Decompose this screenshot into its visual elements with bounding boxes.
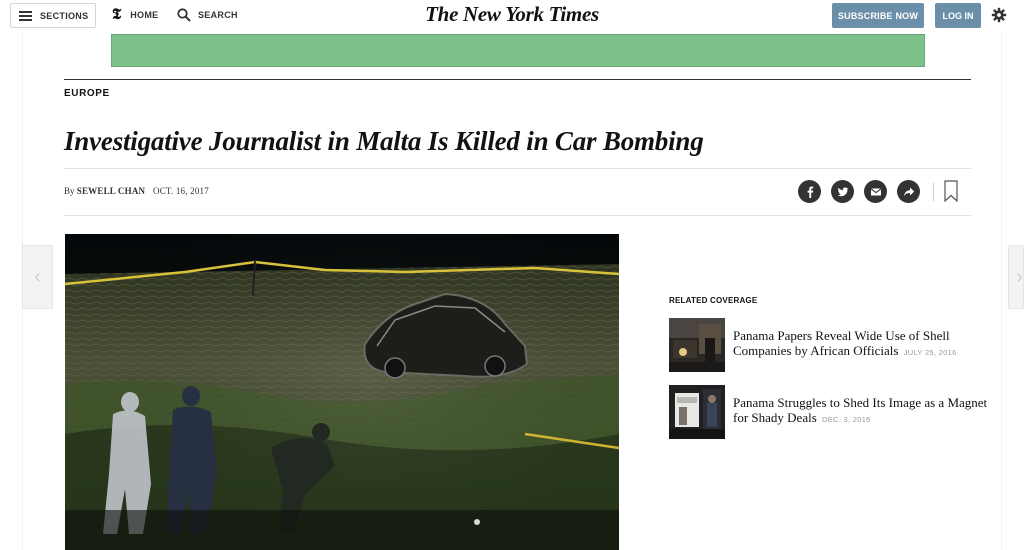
gear-icon[interactable] (991, 7, 1007, 23)
previous-article-arrow[interactable]: ‹ (22, 245, 53, 309)
author-link[interactable]: SEWELL CHAN (77, 186, 145, 196)
byline-top-divider (64, 168, 971, 169)
share-divider (933, 183, 934, 201)
related-coverage-title: RELATED COVERAGE (669, 296, 758, 305)
related-item[interactable]: Panama Papers Reveal Wide Use of Shell C… (669, 318, 989, 374)
chevron-right-icon: › (1016, 265, 1023, 288)
related-thumbnail (669, 385, 725, 439)
search-label: SEARCH (198, 10, 238, 20)
sections-label: SECTIONS (40, 10, 89, 21)
lead-photo[interactable] (65, 234, 619, 550)
section-label[interactable]: EUROPE (64, 88, 110, 99)
bookmark-icon[interactable] (944, 180, 958, 202)
ad-banner[interactable] (111, 34, 925, 67)
related-thumbnail (669, 318, 725, 372)
nyt-t-logo-icon: 𝕿 (112, 7, 122, 23)
facebook-icon (807, 186, 813, 198)
top-navigation-bar: SECTIONS 𝕿 HOME SEARCH The New York Time… (0, 0, 1024, 32)
email-icon (870, 187, 881, 195)
search-link[interactable]: SEARCH (177, 8, 238, 22)
sections-button[interactable]: SECTIONS (10, 3, 96, 28)
next-article-arrow[interactable]: › (1008, 245, 1024, 309)
byline-prefix: By (64, 186, 77, 196)
hamburger-menu-icon (19, 10, 32, 21)
publish-date: OCT. 16, 2017 (153, 186, 209, 196)
related-date: DEC. 3, 2016 (822, 415, 871, 424)
share-arrow-icon (903, 187, 914, 196)
related-item-text: Panama Papers Reveal Wide Use of Shell C… (733, 328, 993, 360)
subscribe-button[interactable]: SUBSCRIBE NOW (832, 3, 924, 28)
home-label: HOME (130, 10, 159, 20)
login-button[interactable]: LOG IN (935, 3, 981, 28)
article-headline: Investigative Journalist in Malta Is Kil… (64, 126, 704, 156)
facebook-share-button[interactable] (798, 180, 821, 203)
chevron-left-icon: ‹ (34, 265, 41, 288)
twitter-share-button[interactable] (831, 180, 854, 203)
related-item[interactable]: Panama Struggles to Shed Its Image as a … (669, 385, 989, 441)
page-edge-right (1001, 32, 1002, 550)
byline: By SEWELL CHAN (64, 186, 145, 196)
masthead-link[interactable]: The New York Times (425, 2, 599, 26)
search-icon (177, 8, 191, 22)
related-item-text: Panama Struggles to Shed Its Image as a … (733, 395, 993, 427)
home-link[interactable]: 𝕿 HOME (112, 7, 158, 23)
section-divider (64, 79, 971, 80)
email-share-button[interactable] (864, 180, 887, 203)
related-date: JULY 25, 2016 (903, 348, 957, 357)
twitter-icon (837, 186, 848, 196)
more-share-button[interactable] (897, 180, 920, 203)
byline-bottom-divider (64, 215, 971, 216)
